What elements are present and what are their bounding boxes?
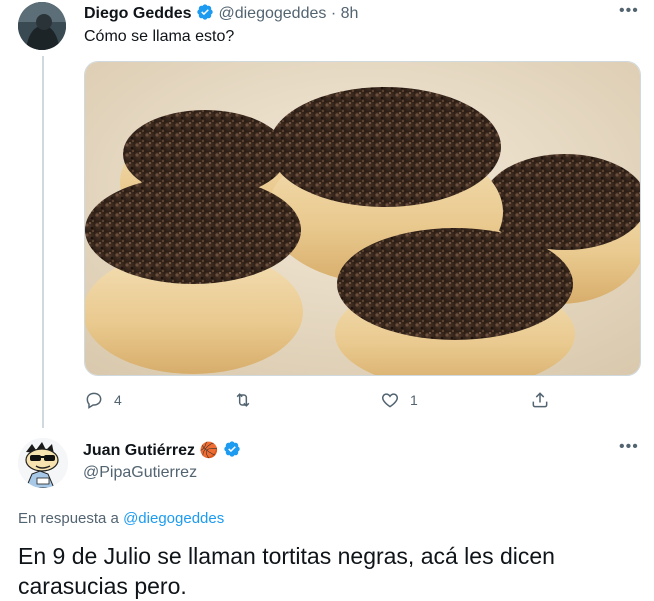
tweet-text: Cómo se llama esto? <box>84 28 235 45</box>
reply-author-handle[interactable]: @PipaGutierrez <box>83 464 197 482</box>
in-reply-prefix: En respuesta a <box>18 510 119 527</box>
reply-author-name[interactable]: Juan Gutiérrez <box>83 442 195 459</box>
header-separator: · <box>330 5 337 22</box>
reply-avatar[interactable] <box>18 438 68 488</box>
avatar[interactable] <box>18 2 66 50</box>
reply-icon <box>86 392 102 409</box>
reply-count: 4 <box>114 392 122 408</box>
reply-avatar-drawing <box>18 438 68 488</box>
reply-action[interactable]: 4 <box>84 388 122 412</box>
reply-text: En 9 de Julio se llaman tortitas negras,… <box>18 543 555 599</box>
tweet-header: Diego Geddes @diegogeddes · 8h <box>84 3 358 23</box>
like-count: 1 <box>410 392 418 408</box>
heart-icon <box>381 393 399 408</box>
in-reply-handle-link[interactable]: @diegogeddes <box>123 510 224 527</box>
basketball-emoji-icon: 🏀 <box>199 442 219 459</box>
share-icon <box>532 392 548 408</box>
thread-connector-line <box>42 56 44 428</box>
avatar-photo <box>18 2 66 50</box>
retweet-icon <box>236 393 250 407</box>
reply-header: Juan Gutiérrez 🏀 <box>83 440 241 460</box>
share-action[interactable] <box>530 388 550 412</box>
verified-badge-icon <box>223 441 240 457</box>
like-action[interactable]: 1 <box>380 388 418 412</box>
author-name[interactable]: Diego Geddes <box>84 5 192 22</box>
author-handle[interactable]: @diegogeddes <box>218 5 326 22</box>
reply-more-options-button[interactable]: ••• <box>619 438 639 456</box>
verified-badge-icon <box>197 4 213 20</box>
tweet-timestamp[interactable]: 8h <box>341 5 359 22</box>
in-reply-to: En respuesta a @diegogeddes <box>18 510 224 527</box>
more-options-button[interactable]: ••• <box>619 2 639 20</box>
tweet-photo[interactable] <box>84 61 641 376</box>
retweet-action[interactable] <box>233 388 263 412</box>
pastry-image <box>85 62 640 375</box>
